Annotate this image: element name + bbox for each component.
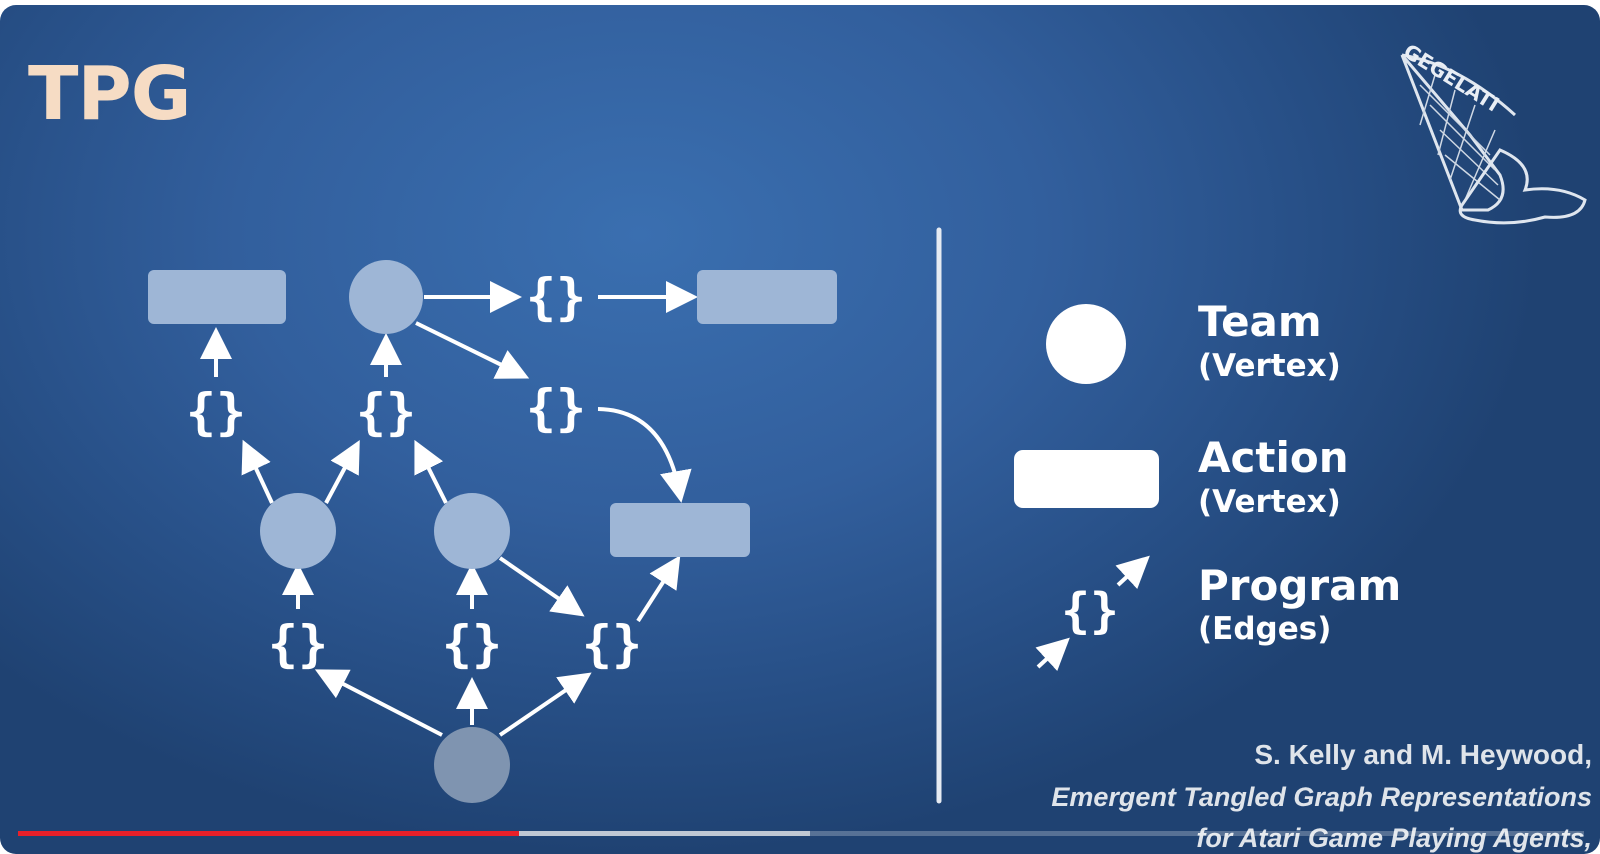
svg-text:{}: {} — [1061, 583, 1119, 639]
edge-program-to-action-mid — [636, 555, 681, 623]
edge-team-center-to-program-b — [414, 439, 448, 504]
video-progress-played — [18, 831, 520, 836]
action-vertex-mid — [610, 503, 750, 557]
program-icon: {} — [186, 383, 246, 441]
program-icon: {} — [442, 615, 502, 673]
citation-title-line2: for Atari Game Playing Agents, — [1196, 823, 1592, 853]
program-icon: {} — [268, 615, 328, 673]
gegelati-logo-icon: GEGELATI — [1399, 39, 1587, 225]
edge-program-c-to-action-mid — [597, 407, 692, 503]
edge-root-to-program-left — [314, 669, 443, 737]
team-vertex-root — [434, 727, 510, 803]
presentation-slide: TPG GEGELATI {} {} {} {} {} {} {} {} Tea… — [0, 5, 1600, 854]
legend-action-icon — [1014, 450, 1159, 508]
edge-root-to-program-right — [498, 672, 592, 737]
legend-program-icon: {} — [1035, 555, 1150, 672]
edge-team-left-to-program-a — [241, 439, 274, 504]
tpg-diagram: GEGELATI {} {} {} {} {} {} {} {} — [148, 39, 1587, 804]
program-icon: {} — [356, 383, 416, 441]
diagram-programs: {} {} {} {} {} {} {} — [186, 268, 642, 673]
team-vertex-top — [349, 260, 423, 334]
legend-team-kind: (Vertex) — [1198, 348, 1341, 384]
action-vertex-top-left — [148, 270, 286, 324]
edge-team-top-to-program-c — [415, 321, 530, 379]
team-vertex-left — [260, 493, 336, 569]
legend-team-name: Team — [1198, 297, 1322, 346]
program-icon: {} — [526, 268, 586, 326]
video-frame[interactable]: TPG GEGELATI {} {} {} {} {} {} {} {} Tea… — [0, 0, 1600, 854]
legend-program-name: Program — [1198, 561, 1402, 610]
legend-program-kind: (Edges) — [1198, 611, 1332, 647]
program-icon: {} — [526, 379, 586, 437]
citation-authors: S. Kelly and M. Heywood, — [1254, 739, 1592, 770]
legend-team-icon — [1046, 304, 1126, 384]
team-vertex-center — [434, 493, 510, 569]
legend-action-kind: (Vertex) — [1198, 484, 1341, 520]
edge-team-left-to-program-b — [324, 439, 360, 504]
program-icon: {} — [582, 615, 642, 673]
video-progress-bar[interactable] — [18, 831, 1584, 836]
edge-team-center-to-program-right — [498, 556, 585, 617]
legend-action-name: Action — [1198, 433, 1349, 482]
citation-title-line1: Emergent Tangled Graph Representations — [1051, 782, 1592, 812]
action-vertex-top-right — [697, 270, 837, 324]
